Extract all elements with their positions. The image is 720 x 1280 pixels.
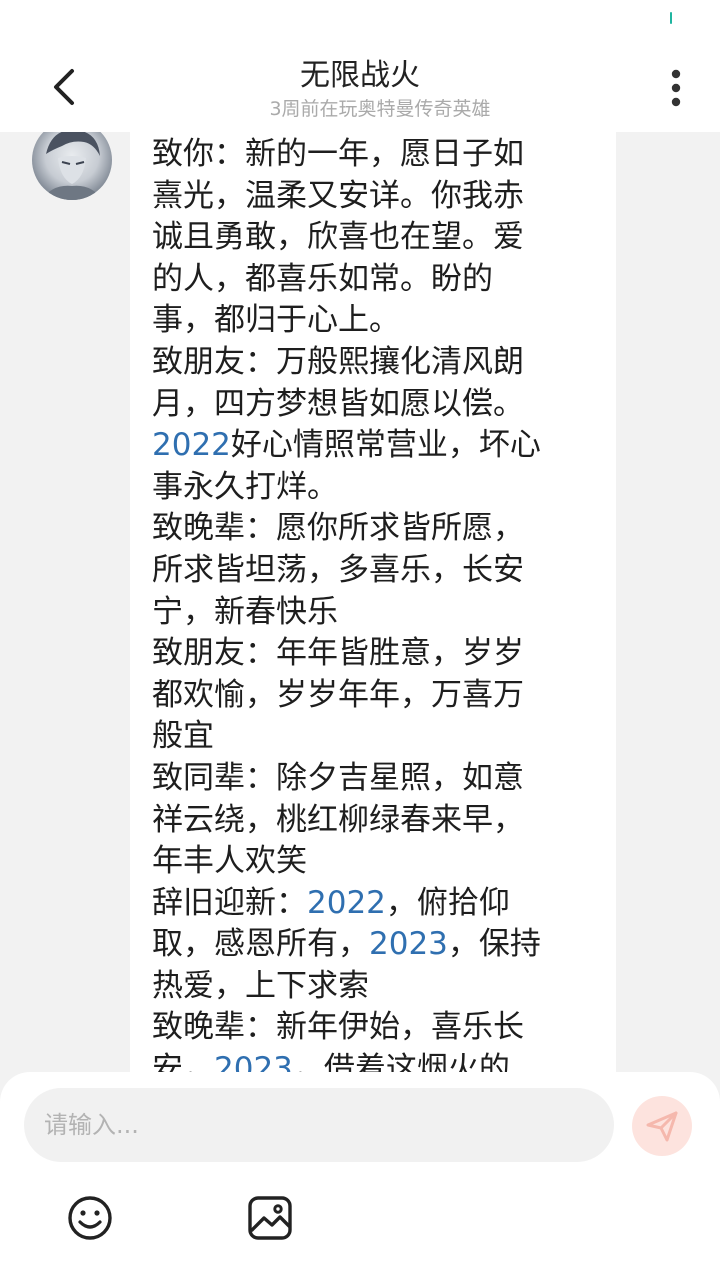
chat-title: 无限战火 <box>300 58 420 93</box>
message-text-segment: 好心情照常营业，坏心 <box>230 427 541 464</box>
emoji-button[interactable] <box>66 1194 114 1242</box>
message-line: 般宜 <box>152 716 602 758</box>
message-text-segment: 致同辈：除夕吉星照，如意 <box>152 759 524 796</box>
message-line: 致晚辈：新年伊始，喜乐长 <box>152 1007 602 1049</box>
message-line: 月，四方梦想皆如愿以偿。 <box>152 384 602 426</box>
status-bar <box>0 0 720 40</box>
status-indicator <box>670 12 672 24</box>
year-link[interactable]: 2022 <box>152 427 231 463</box>
message-text-segment: 都欢愉，岁岁年年，万喜万 <box>152 676 524 713</box>
message-line: 安，2023，借着这烟火的 <box>152 1049 602 1072</box>
message-line: 致朋友：万般熙攘化清风朗 <box>152 342 602 384</box>
send-icon <box>646 1111 678 1142</box>
avatar-image <box>42 132 102 200</box>
message-text-segment: ，保持 <box>447 926 541 963</box>
more-options-button[interactable] <box>656 64 696 112</box>
message-text: 致你：新的一年，愿日子如 熹光，温柔又安详。你我赤 诚且勇敢，欣喜也在望。爱 的人，都… <box>152 134 602 1072</box>
message-line: 致晚辈：愿你所求皆所愿， <box>152 508 602 550</box>
message-line: 致朋友：年年皆胜意，岁岁 <box>152 633 602 675</box>
message-text-segment: 祥云绕，桃红柳绿春来早， <box>152 801 524 838</box>
message-line: 热爱，上下求索 <box>152 966 602 1008</box>
message-text-segment: 般宜 <box>152 718 214 755</box>
message-text-segment: 宁，新春快乐 <box>152 593 338 630</box>
message-text-segment: 致朋友：万般熙攘化清风朗 <box>152 343 524 380</box>
message-line: 诚且勇敢，欣喜也在望。爱 <box>152 217 602 259</box>
image-picker-button[interactable] <box>246 1194 294 1242</box>
avatar[interactable] <box>32 132 112 200</box>
year-link[interactable]: 2023 <box>214 1051 293 1072</box>
message-text-segment: 的人，都喜乐如常。盼的 <box>152 260 493 297</box>
message-text-segment: ，借着这烟火的 <box>292 1051 510 1072</box>
message-line: 年丰人欢笑 <box>152 841 602 883</box>
message-text-segment: 致朋友：年年皆胜意，岁岁 <box>152 635 524 672</box>
message-text-segment: 熹光，温柔又安详。你我赤 <box>152 177 524 214</box>
message-line: 宁，新春快乐 <box>152 592 602 634</box>
composer-panel <box>0 1072 720 1280</box>
chat-messages[interactable]: 致你：新的一年，愿日子如 熹光，温柔又安详。你我赤 诚且勇敢，欣喜也在望。爱 的人，都… <box>0 132 720 1072</box>
message-line: 都欢愉，岁岁年年，万喜万 <box>152 675 602 717</box>
more-vertical-icon <box>671 69 681 107</box>
message-text-segment: 事永久打烊。 <box>152 468 338 505</box>
message-text-segment: 致你：新的一年，愿日子如 <box>152 136 524 172</box>
message-line: 事，都归于心上。 <box>152 300 602 342</box>
message-line: 祥云绕，桃红柳绿春来早， <box>152 800 602 842</box>
message-line: 致同辈：除夕吉星照，如意 <box>152 758 602 800</box>
chat-subtitle: 3周前在玩奥特曼传奇英雄 <box>269 98 491 120</box>
message-text-segment: 诚且勇敢，欣喜也在望。爱 <box>152 219 524 256</box>
message-text-segment: 年丰人欢笑 <box>152 843 307 880</box>
message-text-segment: 取，感恩所有， <box>152 926 369 963</box>
message-line: 辞旧迎新：2022，俯拾仰 <box>152 883 602 925</box>
message-text-segment: 致晚辈：新年伊始，喜乐长 <box>152 1009 524 1046</box>
message-text-segment: ，俯拾仰 <box>385 884 510 921</box>
message-text-segment: 所求皆坦荡，多喜乐，长安 <box>152 551 524 588</box>
message-text-segment: 事，都归于心上。 <box>152 302 400 339</box>
message-line: 所求皆坦荡，多喜乐，长安 <box>152 550 602 592</box>
message-line: 致你：新的一年，愿日子如 <box>152 134 602 176</box>
message-line: 熹光，温柔又安详。你我赤 <box>152 176 602 218</box>
message-text-segment: 安， <box>152 1051 214 1072</box>
message-line: 事永久打烊。 <box>152 467 602 509</box>
message-line: 的人，都喜乐如常。盼的 <box>152 259 602 301</box>
send-button[interactable] <box>632 1096 692 1156</box>
message-text-segment: 致晚辈：愿你所求皆所愿， <box>152 510 524 547</box>
emoji-icon <box>68 1196 112 1240</box>
message-line: 2022好心情照常营业，坏心 <box>152 425 602 467</box>
message-line: 取，感恩所有，2023，保持 <box>152 924 602 966</box>
message-input[interactable] <box>24 1088 614 1162</box>
year-link[interactable]: 2022 <box>307 885 386 921</box>
message-text-segment: 热爱，上下求索 <box>152 967 369 1004</box>
chat-header: 无限战火 3周前在玩奥特曼传奇英雄 <box>0 40 720 132</box>
year-link[interactable]: 2023 <box>369 926 448 962</box>
image-icon <box>248 1196 292 1240</box>
message-text-segment: 月，四方梦想皆如愿以偿。 <box>152 385 524 422</box>
message-text-segment: 辞旧迎新： <box>152 884 307 921</box>
